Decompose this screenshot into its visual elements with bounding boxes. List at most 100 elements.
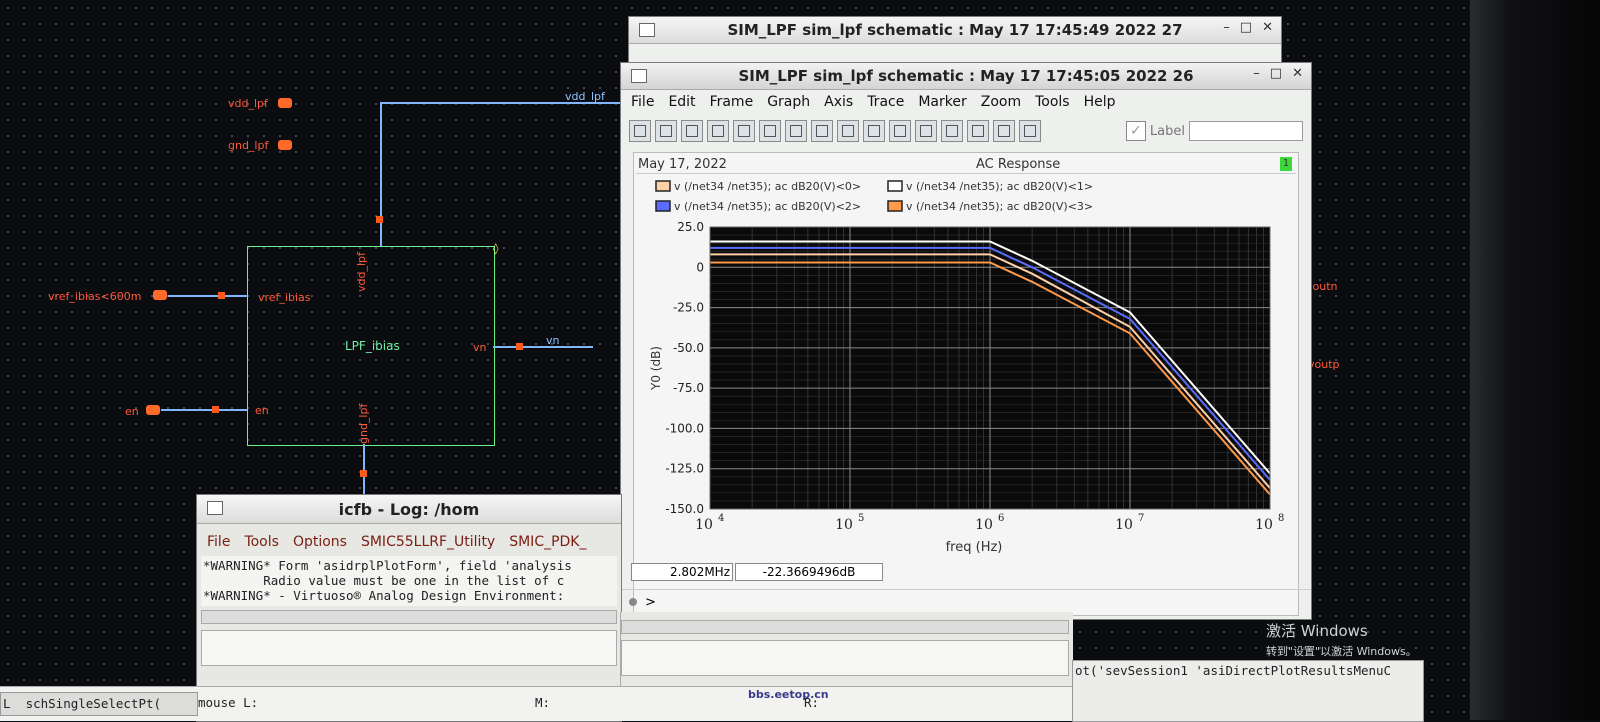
menu-edit[interactable]: Edit xyxy=(668,94,695,110)
minimize-icon[interactable]: – xyxy=(1253,66,1260,81)
marker-readout: 2.802MHz -22.3669496dB xyxy=(631,563,883,581)
y-axis-label: Y0 (dB) xyxy=(649,346,663,391)
y-tick-label: -75.0 xyxy=(673,381,704,395)
pin-vref[interactable] xyxy=(153,290,167,300)
y-tick-label: -50.0 xyxy=(673,341,704,355)
close-icon[interactable]: ✕ xyxy=(1262,20,1273,35)
log-menu-tools[interactable]: Tools xyxy=(244,534,279,550)
cmd-fragment-left-text: L schSingleSelectPt( xyxy=(3,696,162,711)
titlebar-27[interactable]: SIM_LPF sim_lpf schematic : May 17 17:45… xyxy=(629,17,1281,44)
instance-pin-vdd: vdd_lpf xyxy=(355,252,368,292)
legend-entry: v (/net34 /net35); ac dB20(V)<3> xyxy=(906,200,1093,213)
menu-zoom[interactable]: Zoom xyxy=(981,94,1021,110)
menu-marker[interactable]: Marker xyxy=(918,94,966,110)
windows-activation-watermark: 激活 Windows 转到"设置"以激活 Windows。 xyxy=(1266,620,1417,659)
instance-pin-vref: vref_ibias xyxy=(258,291,311,304)
log-output: *WARNING* Form 'asidrplPlotForm', field … xyxy=(201,556,617,606)
label-toggle[interactable]: ✓ Label xyxy=(1125,121,1303,141)
window-title-27: SIM_LPF sim_lpf schematic : May 17 17:45… xyxy=(727,21,1183,39)
log-menu-smic-pdk[interactable]: SMIC_PDK_ xyxy=(509,534,586,550)
delta-marker-icon[interactable] xyxy=(889,120,911,142)
instance-corner-marker: ◊ xyxy=(493,242,499,255)
label-checkbox[interactable]: ✓ xyxy=(1125,121,1146,141)
y-tick-label: -100.0 xyxy=(665,421,704,435)
wire-vdd-v[interactable] xyxy=(380,102,382,247)
log-line: *WARNING* Form 'asidrplPlotForm', field … xyxy=(203,558,572,573)
pin-label-en: en xyxy=(125,405,139,418)
pin-vdd[interactable] xyxy=(278,98,292,108)
subwindow-badge[interactable]: 1 xyxy=(1280,157,1292,171)
plot-menubar: File Edit Frame Graph Axis Trace Marker … xyxy=(621,90,1311,114)
net-dot-vdd xyxy=(376,216,383,223)
legend-entry: v (/net34 /net35); ac dB20(V)<1> xyxy=(906,180,1093,193)
plot-toolbar: ✓ Label xyxy=(621,114,1311,148)
wire-vn[interactable] xyxy=(493,346,593,348)
print-icon[interactable] xyxy=(629,120,651,142)
status-led-icon xyxy=(629,598,637,606)
plot-window-26[interactable]: SIM_LPF sim_lpf schematic : May 17 17:45… xyxy=(620,62,1312,620)
window-menu-icon[interactable] xyxy=(631,69,647,83)
log-line: Radio value must be one in the list of c xyxy=(203,573,565,588)
pin-label-gnd: gnd_lpf xyxy=(228,139,269,152)
ac-response-chart[interactable]: v (/net34 /net35); ac dB20(V)<0> v (/net3… xyxy=(634,175,1298,615)
menu-graph[interactable]: Graph xyxy=(767,94,810,110)
wire-vref[interactable] xyxy=(168,295,248,297)
readout-value: -22.3669496dB xyxy=(735,563,883,581)
zoom-pan-icon[interactable] xyxy=(993,120,1015,142)
close-icon[interactable]: ✕ xyxy=(1292,66,1303,81)
maximize-icon[interactable]: □ xyxy=(1240,20,1252,35)
grid-icon[interactable] xyxy=(681,120,703,142)
blank-icon[interactable] xyxy=(733,120,755,142)
x-tick-exponent: 6 xyxy=(998,513,1004,524)
net-dot-gnd xyxy=(360,470,367,477)
titlebar-log[interactable]: icfb - Log: /hom xyxy=(197,495,621,524)
legend-swatch xyxy=(887,200,903,212)
log-menu-options[interactable]: Options xyxy=(293,534,347,550)
titlebar-26[interactable]: SIM_LPF sim_lpf schematic : May 17 17:45… xyxy=(621,63,1311,90)
window-menu-icon[interactable] xyxy=(639,23,655,37)
redraw-icon[interactable] xyxy=(655,120,677,142)
instance-pin-en: en xyxy=(255,404,269,417)
command-prompt: > xyxy=(645,594,656,610)
plot-frame[interactable]: May 17, 2022 AC Response 1 v (/net34 /ne… xyxy=(633,152,1299,616)
menu-trace[interactable]: Trace xyxy=(867,94,904,110)
strip-icon[interactable] xyxy=(707,120,729,142)
menu-tools[interactable]: Tools xyxy=(1035,94,1070,110)
plot-date: May 17, 2022 xyxy=(638,156,727,172)
pin-label-voutp: voutp xyxy=(1308,358,1340,371)
pin-gnd[interactable] xyxy=(278,140,292,150)
wire-en[interactable] xyxy=(161,409,247,411)
marker-icon[interactable] xyxy=(863,120,885,142)
pin-label-vref: vref_ibias<600m xyxy=(48,290,142,303)
maximize-icon[interactable]: □ xyxy=(1270,66,1282,81)
copy-icon[interactable] xyxy=(811,120,833,142)
zoom-box-icon[interactable] xyxy=(1019,120,1041,142)
menu-help[interactable]: Help xyxy=(1084,94,1116,110)
log-command-input[interactable] xyxy=(201,630,617,666)
x-tick-label: 10 xyxy=(975,517,993,533)
log-menu-smic-utility[interactable]: SMIC55LLRF_Utility xyxy=(361,534,495,550)
log-menubar: File Tools Options SMIC55LLRF_Utility SM… xyxy=(197,524,621,554)
pin-en[interactable] xyxy=(146,405,160,415)
log-menu-file[interactable]: File xyxy=(207,534,230,550)
trash-icon[interactable] xyxy=(915,120,937,142)
log-window-title: icfb - Log: /hom xyxy=(338,499,480,519)
y-tick-label: 0 xyxy=(696,260,704,274)
command-line[interactable]: > xyxy=(621,589,1311,614)
x-tick-exponent: 5 xyxy=(858,513,864,524)
delete-subwin-icon[interactable] xyxy=(785,120,807,142)
log-command-input-ext[interactable] xyxy=(621,640,1069,676)
label-input[interactable] xyxy=(1189,121,1303,141)
y-tick-label: 25.0 xyxy=(677,220,704,234)
menu-file[interactable]: File xyxy=(631,94,654,110)
add-subwin-icon[interactable] xyxy=(759,120,781,142)
window-menu-icon[interactable] xyxy=(207,501,223,515)
minimize-icon[interactable]: – xyxy=(1223,20,1230,35)
log-hscrollbar[interactable] xyxy=(201,610,617,624)
zoom-fit-icon[interactable] xyxy=(941,120,963,142)
menu-axis[interactable]: Axis xyxy=(824,94,853,110)
zoom-x-icon[interactable] xyxy=(967,120,989,142)
log-hscrollbar-ext[interactable] xyxy=(621,620,1069,634)
ticks-icon[interactable] xyxy=(837,120,859,142)
menu-frame[interactable]: Frame xyxy=(710,94,754,110)
